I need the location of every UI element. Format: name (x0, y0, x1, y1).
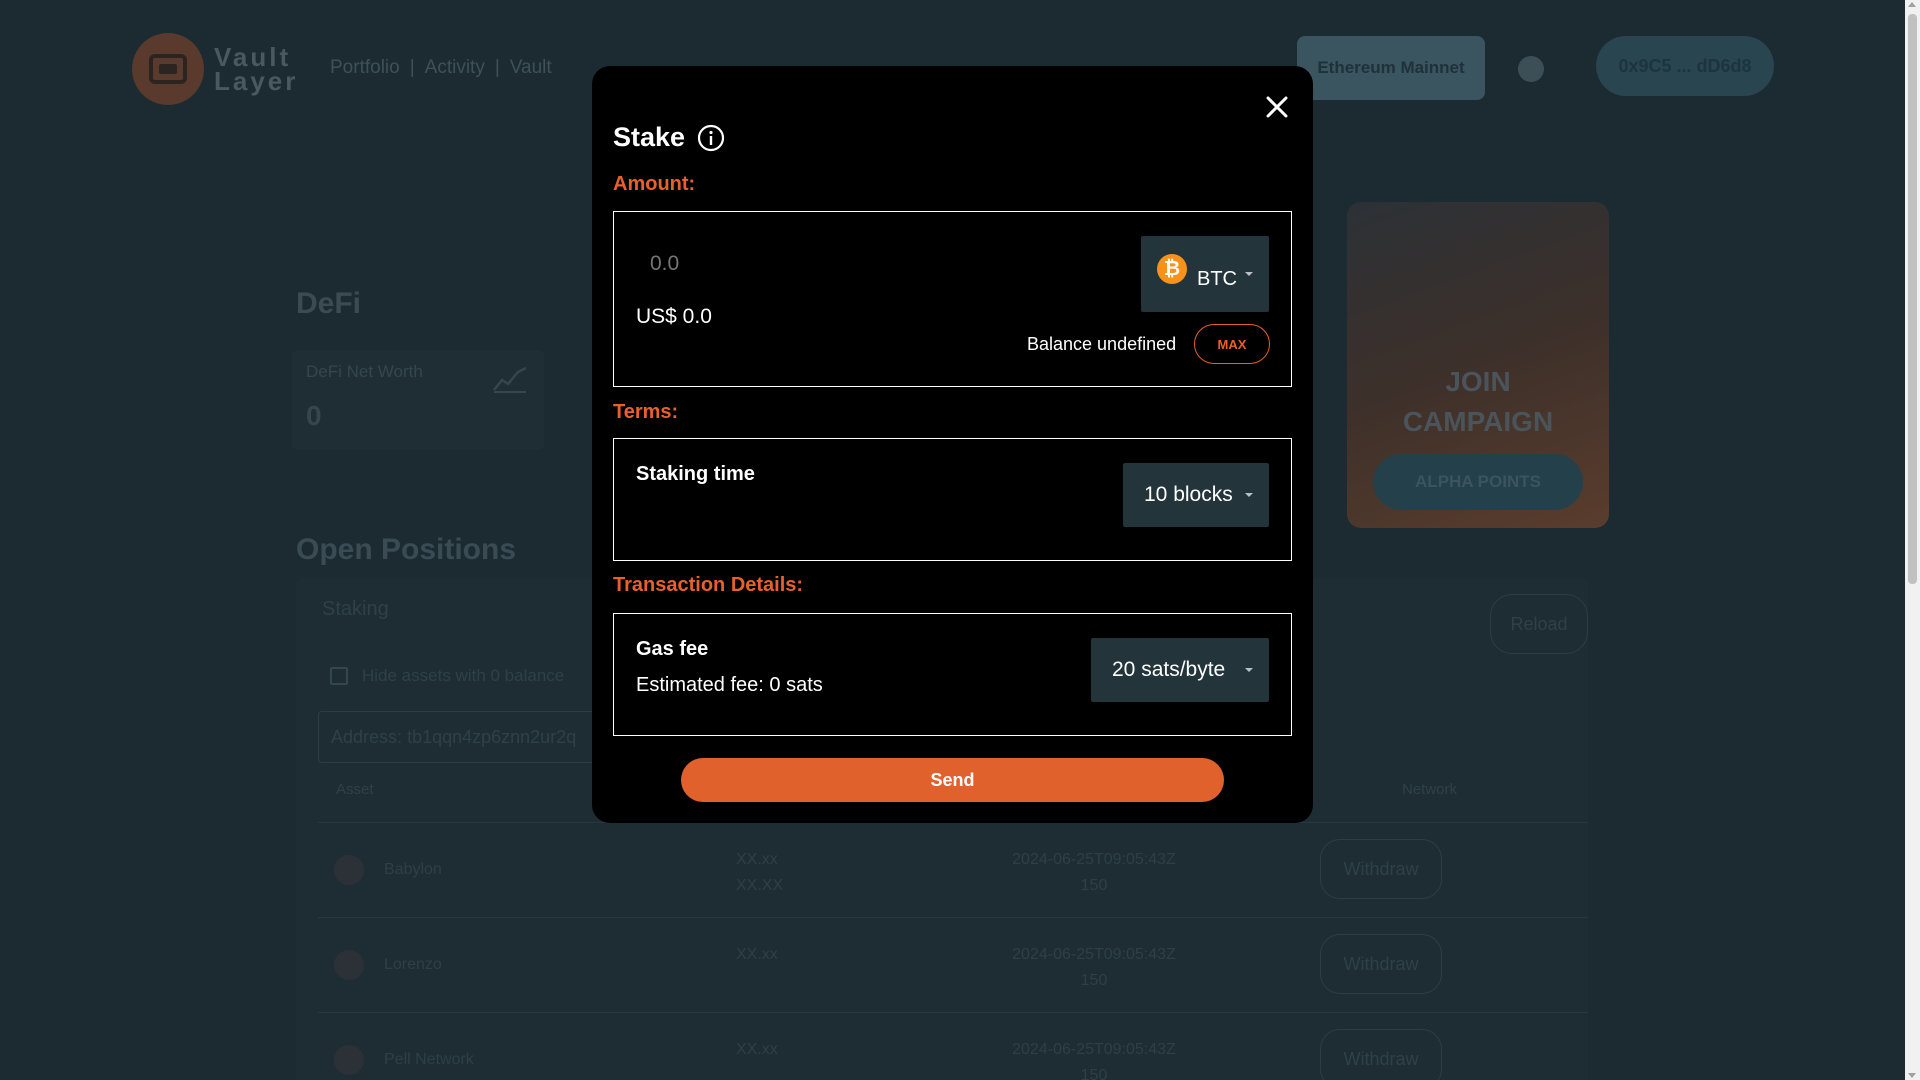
staking-time-value: 10 blocks (1144, 483, 1233, 506)
token-select[interactable]: ₿ BTC (1141, 236, 1269, 312)
asset-date: 2024-06-25T09:05:43Z 150 (1012, 946, 1176, 989)
pell-network-icon (334, 1045, 364, 1075)
nav-portfolio[interactable]: Portfolio (330, 57, 400, 79)
info-icon[interactable] (697, 124, 725, 152)
net-worth-value: 0 (306, 400, 322, 431)
transaction-details-box: Gas fee Estimated fee: 0 sats 20 sats/by… (613, 613, 1292, 736)
withdraw-button[interactable]: Withdraw (1320, 1029, 1442, 1080)
chart-trend-icon (493, 366, 527, 393)
bitcoin-icon: ₿ (1157, 254, 1187, 284)
campaign-title: JOIN CAMPAIGN (1402, 366, 1554, 437)
status-dot (1518, 56, 1544, 82)
modal-title: Stake (613, 122, 686, 152)
transaction-details-label: Transaction Details: (613, 574, 804, 596)
net-worth-label: DeFi Net Worth (306, 362, 423, 381)
column-network: Network (1402, 781, 1458, 798)
stake-modal: Stake Amount: US$ 0.0 ₿ BTC Balance unde… (592, 66, 1313, 823)
asset-amount: XX.xx (736, 1041, 778, 1058)
gas-fee-value: 20 sats/byte (1112, 658, 1226, 681)
staking-time-select[interactable]: 10 blocks (1123, 463, 1269, 527)
withdraw-button[interactable]: Withdraw (1320, 934, 1442, 994)
alpha-points-button[interactable]: ALPHA POINTS (1373, 454, 1583, 510)
asset-name: Lorenzo (384, 956, 442, 973)
asset-name: Babylon (384, 861, 442, 878)
staking-time-label: Staking time (636, 463, 755, 485)
estimated-fee-text: Estimated fee: 0 sats (636, 674, 823, 696)
send-button[interactable]: Send (681, 758, 1224, 802)
babylon-icon (334, 855, 364, 885)
withdraw-button[interactable]: Withdraw (1320, 839, 1442, 899)
network-selector-button[interactable]: Ethereum Mainnet (1297, 36, 1485, 100)
scroll-down-arrow-icon[interactable] (1908, 1073, 1916, 1078)
hide-zero-balance-row[interactable]: Hide assets with 0 balance (330, 666, 564, 686)
logo-text: Vault Layer (214, 42, 299, 96)
amount-input[interactable] (650, 252, 1050, 276)
open-positions-heading: Open Positions (296, 533, 517, 566)
vault-layer-logo[interactable]: Vault Layer (132, 33, 298, 105)
net-worth-card: DeFi Net Worth 0 (292, 350, 544, 450)
terms-box: Staking time 10 blocks (613, 438, 1292, 561)
logo-icon (132, 33, 204, 105)
nav-activity[interactable]: Activity (425, 57, 485, 79)
address-value: tb1qqn4zp6znn2ur2q (407, 726, 577, 747)
table-row: Lorenzo XX.xx 2024-06-25T09:05:43Z 150 Wi… (318, 917, 1588, 1012)
nav-separator: | (494, 57, 500, 78)
defi-heading: DeFi (296, 287, 362, 320)
max-button[interactable]: MAX (1194, 324, 1270, 364)
amount-label: Amount: (613, 173, 696, 195)
table-row: Pell Network XX.xx 2024-06-25T09:05:43Z 1… (318, 1012, 1588, 1080)
close-icon[interactable] (1260, 90, 1294, 124)
asset-date: 2024-06-25T09:05:43Z 150 (1012, 1041, 1176, 1080)
join-campaign-banner[interactable]: JOIN CAMPAIGN ALPHA POINTS (1347, 202, 1609, 528)
nav-vault[interactable]: Vault (510, 57, 552, 79)
balance-text: Balance undefined (1027, 334, 1177, 354)
chevron-down-icon (1245, 493, 1253, 497)
gas-fee-select[interactable]: 20 sats/byte (1091, 638, 1269, 702)
column-asset: Asset (336, 781, 374, 798)
address-prefix: Address: (331, 726, 403, 747)
asset-name: Pell Network (384, 1051, 474, 1068)
table-row: Babylon XX.xx XX.XX 2024-06-25T09:05:43Z 1… (318, 822, 1588, 917)
hide-zero-checkbox[interactable] (330, 667, 348, 685)
scroll-thumb[interactable] (1908, 14, 1917, 584)
hide-zero-label: Hide assets with 0 balance (362, 666, 565, 685)
usd-value: US$ 0.0 (636, 305, 712, 328)
asset-date: 2024-06-25T09:05:43Z 150 (1012, 851, 1176, 894)
lorenzo-icon (334, 950, 364, 980)
asset-amount: XX.xx XX.XX (736, 851, 784, 894)
chevron-down-icon (1245, 272, 1253, 276)
asset-amount: XX.xx (736, 946, 778, 963)
modal-title-row: Stake (613, 122, 725, 153)
tab-staking[interactable]: Staking (322, 598, 389, 621)
chevron-down-icon (1245, 668, 1253, 672)
amount-box: US$ 0.0 ₿ BTC Balance undefined MAX (613, 211, 1292, 387)
main-nav: Portfolio | Activity | Vault (330, 57, 562, 79)
nav-separator: | (409, 57, 415, 78)
gas-fee-label: Gas fee (636, 638, 709, 660)
reload-button[interactable]: Reload (1490, 594, 1588, 654)
wallet-address-button[interactable]: 0x9C5 ... dD6d8 (1596, 36, 1774, 96)
scroll-up-arrow-icon[interactable] (1908, 2, 1916, 7)
terms-label: Terms: (613, 401, 679, 423)
token-label: BTC (1197, 267, 1237, 290)
page-scrollbar[interactable] (1905, 0, 1920, 1080)
